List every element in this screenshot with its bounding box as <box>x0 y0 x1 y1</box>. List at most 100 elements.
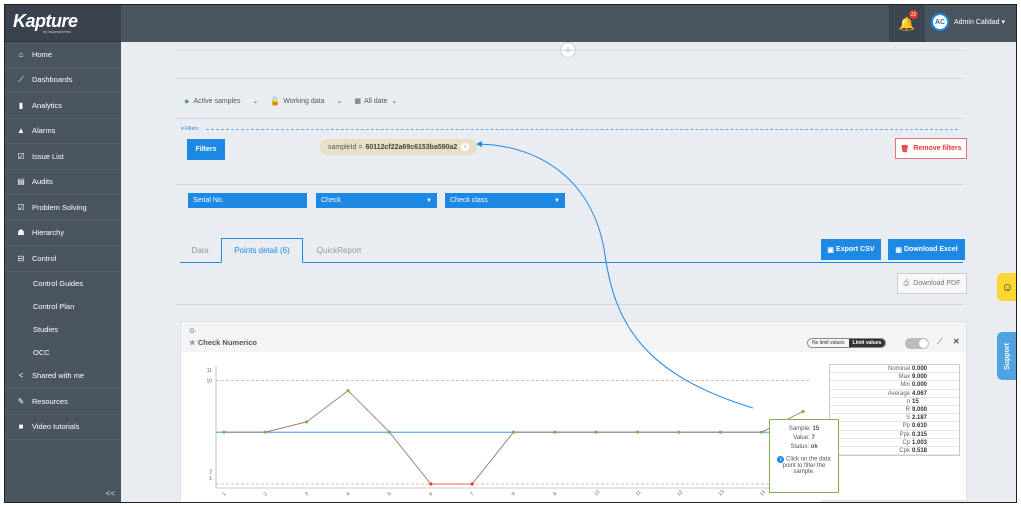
sidebar-item-label: Home <box>32 49 53 59</box>
sidebar-item-label: Video tutorials <box>32 422 80 432</box>
data-toolbar: ● Active samples ⌄ 🔓 Working data ⌄ ▦ Al… <box>184 96 409 106</box>
date-dropdown[interactable]: ▦ All date ⌄ <box>354 97 397 106</box>
close-icon[interactable]: x <box>461 143 470 151</box>
chart-title-text: Check Numerico <box>197 338 258 347</box>
caret-down-icon: ▼ <box>426 197 432 204</box>
stat-value: 0.000 <box>912 366 928 372</box>
stat-row: n 15 <box>830 398 959 406</box>
file-icon: ▣ <box>895 246 902 254</box>
sidebar-item-shared-with-me[interactable]: < Shared with me <box>5 364 121 389</box>
sidebar-item-label: Resources <box>32 396 68 406</box>
data-point[interactable] <box>263 430 267 434</box>
y-tick-label: 11 <box>207 368 212 374</box>
hierarchy-icon: ☗ <box>17 228 25 238</box>
data-point[interactable] <box>387 430 392 434</box>
sidebar-item-video-tutorials[interactable]: ■ Video tutorials <box>5 415 121 440</box>
check-circle-icon: ● <box>184 96 190 106</box>
stat-row: Pp 0.610 <box>830 422 959 431</box>
sidebar-subitem-occ[interactable]: OCC <box>5 341 121 364</box>
sidebar-item-audits[interactable]: ▤ Audits <box>5 170 121 195</box>
filters-button[interactable]: Filters <box>187 139 225 160</box>
collapse-chevron-icon[interactable]: ⊙ <box>189 327 195 335</box>
data-point[interactable] <box>429 482 433 486</box>
notifications-button[interactable]: 🔔 22 <box>889 5 925 42</box>
control-chart[interactable]: 1110211 2 3 4 5 6 7 8 9 10 11 12 13 14 <box>181 352 821 502</box>
tooltip-sample-label: Sample: <box>788 426 811 432</box>
stat-row: Ppk 0.315 <box>830 431 959 439</box>
chart-panel-header: ⊙ ★ Check Numerico No limit values Limit… <box>181 322 966 352</box>
check-select-label: Check <box>321 197 341 204</box>
no-limit-values-option[interactable]: No limit values <box>808 339 849 347</box>
data-point[interactable] <box>718 430 722 434</box>
sidebar-subitem-control-guides[interactable]: Control Guides <box>5 272 121 295</box>
check-select[interactable]: Check ▼ <box>316 193 437 208</box>
support-button[interactable]: Support <box>997 332 1016 380</box>
data-point[interactable] <box>677 430 681 434</box>
export-csv-button[interactable]: ▣ Export CSV <box>821 239 881 260</box>
stat-name: Average <box>887 390 910 397</box>
tooltip-status: ok <box>810 444 818 450</box>
collapse-sidebar-button[interactable]: << <box>106 489 115 498</box>
data-point[interactable] <box>222 430 226 434</box>
chart-line-icon[interactable]: ⟋ <box>937 337 943 347</box>
statistics-table: Nominal 0.000 Max 9.000 Min 0.000 Average 4.067… <box>829 364 960 457</box>
filters-toggle[interactable]: ▾ Filters <box>181 126 199 132</box>
tab-points-detail[interactable]: Points detail (6) <box>221 238 303 263</box>
sidebar-item-analytics[interactable]: ▮ Analytics <box>5 93 121 119</box>
data-point[interactable] <box>635 430 640 434</box>
divider <box>176 78 963 79</box>
sidebar-item-alarms[interactable]: ▲ Alarms <box>5 119 121 144</box>
sidebar-subitem-control-plan[interactable]: Control Plan <box>5 295 121 318</box>
video-icon: ■ <box>18 422 24 432</box>
chart-toggle[interactable] <box>905 338 929 349</box>
data-point[interactable] <box>470 482 474 486</box>
limit-values-option[interactable]: Limit values <box>848 339 886 347</box>
sidebar-item-dashboards[interactable]: ⟋ Dashboards <box>5 68 121 93</box>
data-point[interactable] <box>594 430 598 434</box>
working-data-dropdown[interactable]: 🔓 Working data ⌄ <box>270 97 342 106</box>
sidebar-item-resources[interactable]: ✎ Resources <box>5 389 121 415</box>
date-label: All date <box>363 97 388 105</box>
user-menu[interactable]: AC Admin Calidad ▾ <box>931 13 1005 31</box>
divider <box>176 304 963 305</box>
sidebar-subitem-studies[interactable]: Studies <box>5 318 121 341</box>
download-excel-button[interactable]: ▣ Download Excel <box>888 239 965 260</box>
data-point[interactable] <box>346 389 350 393</box>
analytics-icon: ▮ <box>18 100 24 110</box>
sidebar-item-hierarchy[interactable]: ☗ Hierarchy <box>5 221 121 246</box>
data-point[interactable] <box>511 430 516 434</box>
brand-name: Kapture <box>13 10 78 31</box>
star-icon[interactable]: ★ <box>189 338 196 347</box>
resources-icon: ✎ <box>17 396 25 406</box>
sidebar-item-home[interactable]: ⌂ Home <box>5 42 121 68</box>
caret-down-icon: ▼ <box>554 197 560 204</box>
filter-chip[interactable]: sampleId = 60112cf22a69c6153ba590a2 x <box>320 139 478 155</box>
active-samples-dropdown[interactable]: ● Active samples ⌄ <box>184 96 258 106</box>
logo[interactable]: Kapture by Iscanometric <box>5 5 121 42</box>
stat-name: Nominal <box>887 366 910 372</box>
data-point[interactable] <box>760 430 764 434</box>
tab-quickreport[interactable]: QuickReport <box>304 238 374 263</box>
export-csv-label: Export CSV <box>836 246 875 253</box>
sidebar-item-control[interactable]: ⊟ Control <box>5 246 121 272</box>
stat-value: 0.518 <box>912 447 928 454</box>
data-point[interactable] <box>553 430 557 434</box>
sidebar-item-issue-list[interactable]: ☑ Issue List <box>5 144 121 170</box>
sidebar-item-label: Analytics <box>32 100 63 110</box>
remove-filters-button[interactable]: 🗑 Remove filters <box>895 138 967 159</box>
sidebar-item-label: Dashboards <box>32 75 73 85</box>
tab-data[interactable]: Data <box>180 238 220 263</box>
download-pdf-button[interactable]: ⎙ Download PDF <box>897 273 967 294</box>
check-class-select[interactable]: Check class ▼ <box>445 193 565 208</box>
tooltip-sample: 15 <box>812 426 820 432</box>
data-point[interactable] <box>801 409 805 414</box>
feedback-button[interactable]: ☺ <box>997 273 1016 301</box>
user-name: Admin Calidad ▾ <box>954 19 1005 26</box>
data-point[interactable] <box>305 420 309 424</box>
smiley-icon: ☺ <box>1001 280 1014 294</box>
limit-values-switch[interactable]: No limit values Limit values <box>807 338 887 348</box>
sidebar-item-problem-solving[interactable]: ☑ Problem Solving <box>5 195 121 221</box>
serial-select[interactable]: Serial No. <box>188 193 307 208</box>
close-icon[interactable]: ✕ <box>953 337 960 346</box>
y-tick-label: 2 <box>209 470 212 476</box>
